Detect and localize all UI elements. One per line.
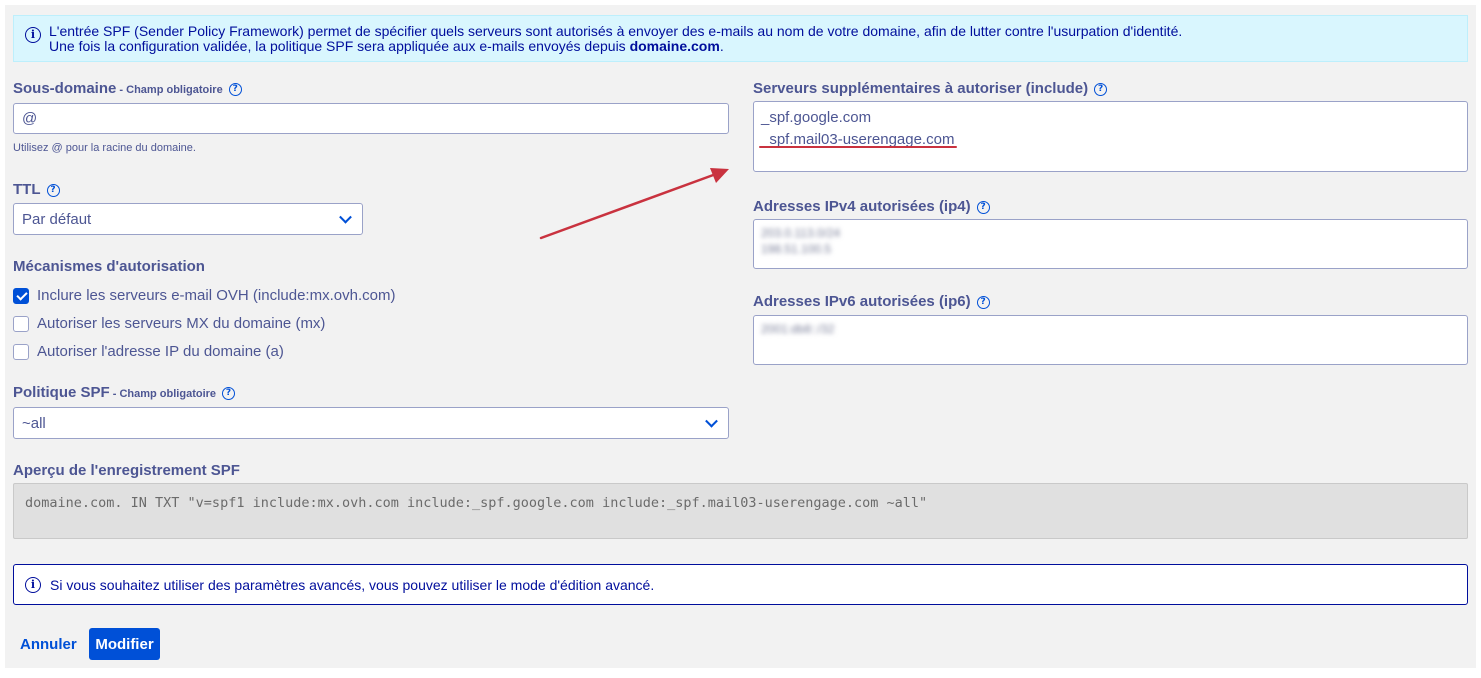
advanced-mode-banner: i Si vous souhaitez utiliser des paramèt… (13, 564, 1468, 605)
preview-label: Aperçu de l'enregistrement SPF (13, 462, 240, 479)
cancel-button[interactable]: Annuler (13, 629, 84, 660)
info-icon: i (25, 577, 41, 593)
modify-button[interactable]: Modifier (89, 628, 160, 660)
spf-preview: domaine.com. IN TXT "v=spf1 include:mx.o… (13, 483, 1468, 539)
